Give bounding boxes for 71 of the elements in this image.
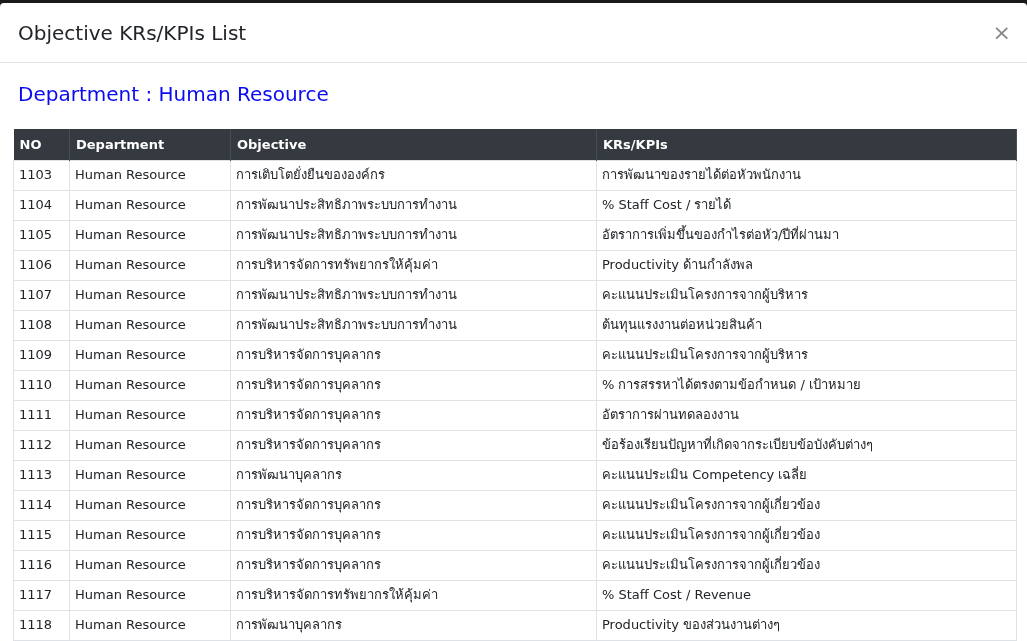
table-cell: Human Resource: [69, 430, 231, 460]
table-cell: 1106: [13, 250, 70, 280]
table-cell: Human Resource: [69, 370, 231, 400]
table-cell: Human Resource: [69, 550, 231, 580]
table-cell: 1111: [13, 400, 70, 430]
table-cell: Human Resource: [69, 190, 231, 220]
table-cell: การพัฒนาประสิทธิภาพระบบการทำงาน: [230, 190, 597, 220]
table-cell: 1115: [13, 520, 70, 550]
table-cell: Human Resource: [69, 490, 231, 520]
table-cell: การบริหารจัดการบุคลากร: [230, 370, 597, 400]
table-cell: การบริหารจัดการบุคลากร: [230, 520, 597, 550]
table-cell: 1108: [13, 310, 70, 340]
table-cell: การพัฒนาบุคลากร: [230, 460, 597, 490]
table-cell: การพัฒนาบุคลากร: [230, 610, 597, 640]
table-cell: ต้นทุนแรงงานต่อหน่วยสินค้า: [596, 310, 1017, 340]
table-cell: การพัฒนาประสิทธิภาพระบบการทำงาน: [230, 310, 597, 340]
table-cell: Human Resource: [69, 310, 231, 340]
table-cell: 1103: [13, 160, 70, 190]
table-cell: การบริหารจัดการบุคลากร: [230, 550, 597, 580]
table-cell: อัตราการผ่านทดลองงาน: [596, 400, 1017, 430]
table-cell: คะแนนประเมินโครงการจากผู้เกี่ยวข้อง: [596, 490, 1017, 520]
table-cell: การบริหารจัดการบุคลากร: [230, 430, 597, 460]
table-cell: 1113: [13, 460, 70, 490]
table-cell: ข้อร้องเรียนปัญหาที่เกิดจากระเบียบข้อบังคับต่างๆ: [596, 430, 1017, 460]
table-cell: % การสรรหาได้ตรงตามข้อกำหนด / เป้าหมาย: [596, 370, 1017, 400]
table-cell: การพัฒนาประสิทธิภาพระบบการทำงาน: [230, 220, 597, 250]
table-cell: การบริหารจัดการบุคลากร: [230, 400, 597, 430]
table-cell: Human Resource: [69, 580, 231, 610]
table-cell: Human Resource: [69, 610, 231, 640]
table-cell: 1107: [13, 280, 70, 310]
table-cell: การเติบโตยั่งยืนขององค์กร: [230, 160, 597, 190]
table-cell: % Staff Cost / รายได้: [596, 190, 1017, 220]
table-cell: คะแนนประเมินโครงการจากผู้เกี่ยวข้อง: [596, 550, 1017, 580]
table-cell: 1118: [13, 610, 70, 640]
table-cell: คะแนนประเมินโครงการจากผู้เกี่ยวข้อง: [596, 520, 1017, 550]
table-cell: 1112: [13, 430, 70, 460]
table-cell: Productivity ด้านกำลังพล: [596, 250, 1017, 280]
table-cell: Human Resource: [69, 160, 231, 190]
table-cell: % Staff Cost / Revenue: [596, 580, 1017, 610]
table-cell: การพัฒนาของรายได้ต่อหัวพนักงาน: [596, 160, 1017, 190]
table-cell: การบริหารจัดการบุคลากร: [230, 340, 597, 370]
table-cell: การบริหารจัดการบุคลากร: [230, 490, 597, 520]
table-cell: 1117: [13, 580, 70, 610]
table-cell: Productivity ของส่วนงานต่างๆ: [596, 610, 1017, 640]
table-cell: Human Resource: [69, 400, 231, 430]
table-cell: Human Resource: [69, 280, 231, 310]
table-cell: การบริหารจัดการทรัพยากรให้คุ้มค่า: [230, 250, 597, 280]
table-cell: การพัฒนาประสิทธิภาพระบบการทำงาน: [230, 280, 597, 310]
table-cell: 1110: [13, 370, 70, 400]
modal-title: Objective KRs/KPIs List: [18, 20, 247, 45]
table-cell: คะแนนประเมินโครงการจากผู้บริหาร: [596, 340, 1017, 370]
table-cell: 1114: [13, 490, 70, 520]
table-cell: คะแนนประเมิน Competency เฉลี่ย: [596, 460, 1017, 490]
table-cell: 1104: [13, 190, 70, 220]
table-cell: การบริหารจัดการทรัพยากรให้คุ้มค่า: [230, 580, 597, 610]
table-cell: อัตราการเพิ่มขึ้นของกำไรต่อหัว/ปีที่ผ่านมา: [596, 220, 1017, 250]
table-cell: Human Resource: [69, 520, 231, 550]
table-cell: คะแนนประเมินโครงการจากผู้บริหาร: [596, 280, 1017, 310]
table-cell: Human Resource: [69, 340, 231, 370]
table-cell: 1105: [13, 220, 70, 250]
table-cell: 1116: [13, 550, 70, 580]
column-header: NO: [13, 129, 70, 160]
column-header: Objective: [230, 129, 597, 160]
department-heading: Department : Human Resource: [18, 81, 330, 108]
table-cell: 1109: [13, 340, 70, 370]
table-cell: Human Resource: [69, 220, 231, 250]
table-cell: Human Resource: [69, 250, 231, 280]
table-cell: Human Resource: [69, 460, 231, 490]
close-button[interactable]: ×: [988, 21, 1015, 44]
column-header: Department: [69, 129, 231, 160]
column-header: KRs/KPIs: [596, 129, 1017, 160]
